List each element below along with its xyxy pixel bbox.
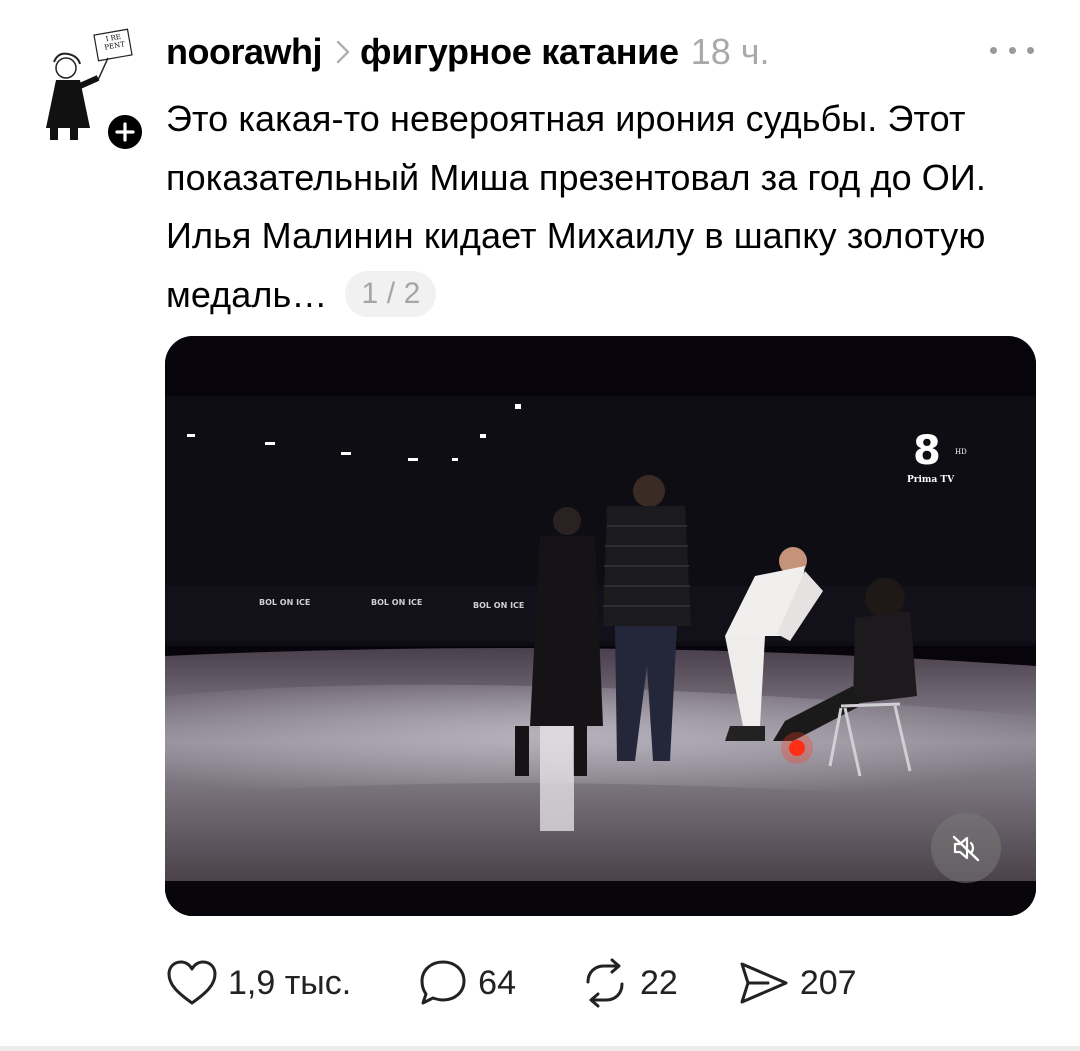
username[interactable]: noorawhj xyxy=(166,31,323,73)
channel-hd: HD xyxy=(955,448,967,456)
comment-count: 64 xyxy=(478,963,516,1002)
more-dot xyxy=(990,46,997,54)
more-options-button[interactable] xyxy=(990,40,1034,60)
board-text: BOL ON ICE xyxy=(371,598,422,607)
comment-button[interactable]: 64 xyxy=(418,955,516,1011)
share-count: 207 xyxy=(799,963,857,1002)
channel-logo-number: 8 xyxy=(913,428,941,474)
topic-link[interactable]: фигурное катание xyxy=(360,31,679,73)
mute-toggle-button[interactable] xyxy=(931,813,1001,883)
channel-name: Prima TV xyxy=(907,475,955,485)
post-time: 18 ч. xyxy=(690,31,770,72)
post-actions: 1,9 тыс. 64 22 207 xyxy=(166,955,857,1011)
board-text: BOL ON ICE xyxy=(259,598,310,607)
post-text: Это какая-то невероятная ирония судьбы. … xyxy=(166,90,1046,324)
more-dot xyxy=(1027,46,1034,54)
heart-icon xyxy=(167,960,217,1005)
feed-divider xyxy=(0,1046,1080,1051)
share-button[interactable]: 207 xyxy=(738,955,857,1011)
like-count: 1,9 тыс. xyxy=(228,963,352,1002)
speaker-muted-icon xyxy=(952,835,980,862)
media-pager[interactable]: 1 / 2 xyxy=(345,270,437,317)
comment-bubble-icon xyxy=(420,960,466,1005)
video-frame: BOL ON ICE BOL ON ICE BOL ON ICE 8 HD Pr… xyxy=(165,336,1036,916)
follow-button[interactable] xyxy=(105,112,145,152)
video-player[interactable]: BOL ON ICE BOL ON ICE BOL ON ICE 8 HD Pr… xyxy=(165,336,1036,916)
send-icon xyxy=(740,962,788,1004)
post-header: noorawhj фигурное катание 18 ч. xyxy=(166,26,770,78)
plus-icon xyxy=(115,122,135,142)
repost-button[interactable]: 22 xyxy=(580,955,678,1011)
like-button[interactable]: 1,9 тыс. xyxy=(166,955,351,1011)
post-body: Это какая-то невероятная ирония судьбы. … xyxy=(166,98,986,315)
repost-icon xyxy=(586,958,624,1008)
board-text: BOL ON ICE xyxy=(473,601,524,610)
chevron-right-icon xyxy=(336,40,350,64)
more-dot xyxy=(1008,46,1016,54)
repost-count: 22 xyxy=(640,963,678,1002)
